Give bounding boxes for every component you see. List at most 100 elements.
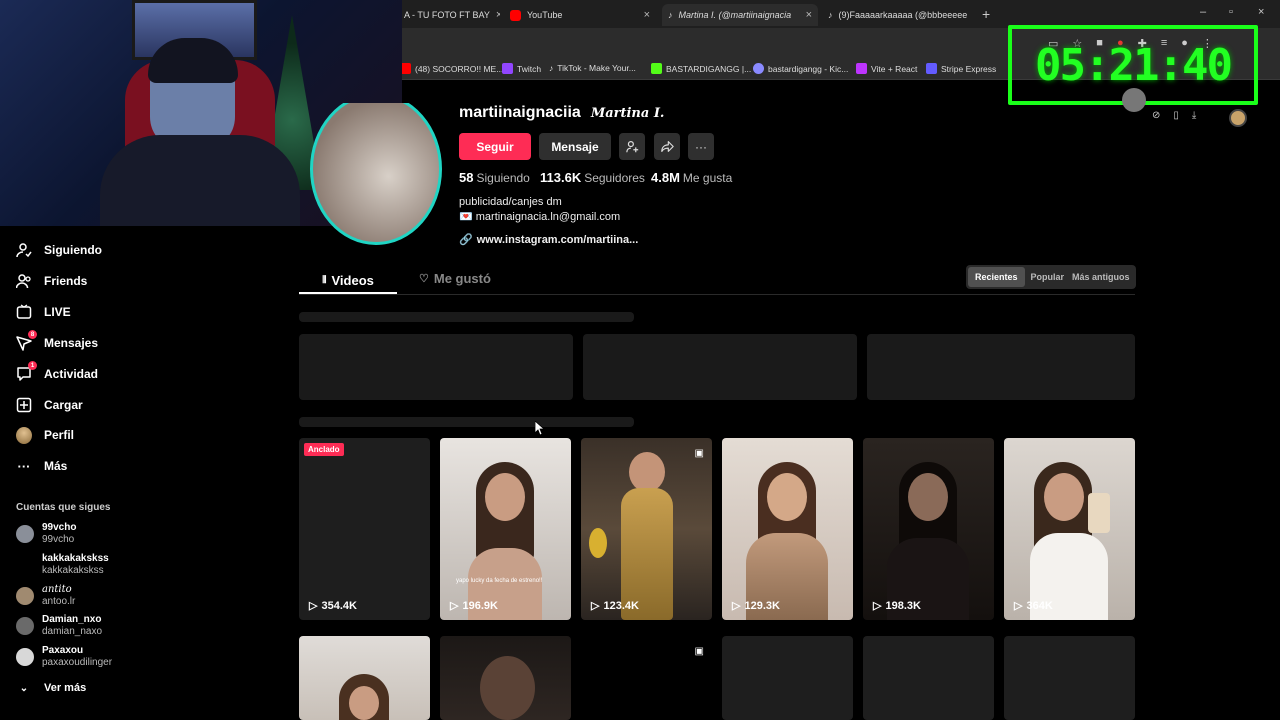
window-close-icon[interactable]: × (1258, 6, 1264, 18)
sidebar-item-label: Friends (44, 274, 88, 288)
sidebar-item-label: Mensajes (44, 336, 99, 350)
live-icon (16, 304, 32, 320)
video-card[interactable]: ▷ 129.3K (722, 438, 853, 620)
video-card[interactable]: ▷ 198.3K (863, 438, 994, 620)
sort-popular[interactable]: Popular (1025, 272, 1071, 282)
thumbnail-figure (589, 528, 607, 558)
play-icon: ▷ (732, 600, 741, 612)
loading-skeleton (299, 334, 573, 400)
sidebar-item-upload[interactable]: Cargar (16, 397, 83, 413)
thumbnail-figure (485, 473, 525, 521)
sidebar-item-messages[interactable]: 8 Mensajes (16, 330, 99, 351)
avatar[interactable] (1229, 109, 1247, 127)
video-card[interactable]: Anclado ▷ 354.4K (299, 438, 430, 620)
video-card[interactable] (863, 636, 994, 720)
friends-icon (16, 273, 32, 289)
tiktok-icon: ♪ (828, 10, 833, 20)
tab-title: YouTube (527, 10, 563, 20)
close-icon[interactable]: × (806, 9, 812, 21)
stat-followers[interactable]: 113.6K Seguidores (540, 170, 645, 185)
avatar (16, 587, 34, 605)
video-card[interactable]: ▷ 364K (1004, 438, 1135, 620)
more-options-button[interactable]: ··· (688, 133, 714, 160)
share-icon (660, 141, 674, 152)
user-follow-icon (16, 242, 32, 258)
bookmark[interactable]: Vite + React (856, 63, 917, 74)
browser-tab[interactable]: YouTube × (504, 4, 656, 26)
photo-carousel-icon: ▣ (694, 646, 704, 657)
tab-title: Martina I. (@martiinaignacia (678, 10, 792, 20)
person-body (100, 135, 300, 226)
follow-button[interactable]: Seguir (459, 133, 531, 160)
link-icon: 🔗 (459, 234, 473, 246)
bookmark[interactable]: BASTARDIGANGG |... (651, 63, 751, 74)
loading-skeleton (299, 417, 634, 427)
add-friend-button[interactable] (619, 133, 645, 160)
sidebar-item-activity[interactable]: 1 Actividad (16, 361, 98, 382)
profile-link[interactable]: 🔗 www.instagram.com/martiina... (459, 233, 638, 247)
timer-text: 05:21:40 (1035, 39, 1233, 91)
following-account[interactable]: kakkakakskss kakkakakskss (16, 553, 109, 577)
new-tab-icon[interactable]: + (982, 6, 990, 22)
sidebar-item-more[interactable]: ··· Más (16, 458, 68, 474)
bookmark[interactable]: bastardigangg - Kic... (753, 63, 848, 74)
close-icon[interactable]: × (496, 9, 500, 21)
stat-following[interactable]: 58 Siguiendo (459, 170, 530, 185)
minimize-icon[interactable]: – (1200, 6, 1206, 18)
notification-badge: 8 (28, 330, 37, 339)
view-count: ▷ 354.4K (309, 599, 357, 613)
tab-title: (9)Faaaaarkaaaaa (@bbbeeeee (838, 10, 968, 20)
following-account[interactable]: Damian_nxo damian_naxo (16, 614, 102, 638)
video-card[interactable]: ▣ (581, 636, 712, 720)
sort-recent[interactable]: Recientes (968, 267, 1025, 287)
browser-tab[interactable]: A - TU FOTO FT BAY × (398, 4, 500, 26)
thumbnail-figure (1088, 493, 1110, 533)
bookmark[interactable]: Twitch (502, 63, 541, 74)
bookmark[interactable]: ♪ TikTok - Make Your... (549, 63, 636, 73)
bio-line: 💌 martinaignacia.ln@gmail.com (459, 211, 621, 223)
activity-icon: 1 (16, 361, 37, 382)
sort-oldest[interactable]: Más antiguos (1070, 272, 1132, 282)
phone-icon[interactable]: ▯ (1173, 110, 1179, 121)
play-icon: ▷ (873, 600, 882, 612)
browser-tab[interactable]: ♪ (9)Faaaaarkaaaaa (@bbbeeeee × (822, 4, 972, 26)
sidebar-item-friends[interactable]: Friends (16, 273, 87, 289)
add-user-icon (625, 141, 638, 153)
compass-icon[interactable]: ⊘ (1152, 110, 1160, 121)
video-card[interactable]: ▣ ▷ 123.4K (581, 438, 712, 620)
tab-videos[interactable]: ⦀ Videos (299, 268, 397, 294)
see-more-button[interactable]: ⌄ Ver más (16, 680, 86, 696)
following-account[interactable]: Paxaxou paxaxoudilinger (16, 645, 112, 669)
restore-icon[interactable]: ▫ (1229, 6, 1233, 18)
video-card[interactable]: yapo lucky da fecha de estreno!! ▷ 196.9K (440, 438, 571, 620)
play-icon: ▷ (450, 600, 459, 612)
bookmark[interactable]: (48) SOCORRO!! ME... (400, 63, 503, 74)
bookmark[interactable]: Stripe Express (926, 63, 996, 74)
close-icon[interactable]: × (644, 9, 650, 21)
youtube-icon (510, 9, 521, 21)
sidebar-item-profile[interactable]: Perfil (16, 426, 74, 444)
download-icon[interactable]: ⤓ (1192, 110, 1196, 121)
heart-icon: ♡ (419, 273, 429, 285)
message-button[interactable]: Mensaje (539, 133, 611, 160)
video-card[interactable] (299, 636, 430, 720)
view-count: ▷ 198.3K (873, 599, 921, 613)
avatar[interactable] (1122, 88, 1146, 112)
browser-tab-active[interactable]: ♪ Martina I. (@martiinaignacia × (662, 4, 818, 26)
more-icon: ··· (695, 139, 707, 154)
sidebar-item-live[interactable]: LIVE (16, 304, 71, 320)
following-account[interactable]: 99vcho 99vcho (16, 522, 76, 546)
video-card[interactable] (722, 636, 853, 720)
avatar (16, 525, 34, 543)
video-card[interactable] (440, 636, 571, 720)
following-account[interactable]: antito antoo.lr (16, 584, 75, 608)
video-card[interactable] (1004, 636, 1135, 720)
thumbnail-figure (1044, 473, 1084, 521)
loading-skeleton (867, 334, 1135, 400)
sidebar-item-following[interactable]: Siguiendo (16, 242, 102, 258)
share-button[interactable] (654, 133, 680, 160)
view-count: ▷ 123.4K (591, 599, 639, 613)
tab-liked[interactable]: ♡ Me gustó (419, 271, 491, 286)
play-icon: ▷ (309, 600, 318, 612)
thumbnail-figure (908, 473, 948, 521)
